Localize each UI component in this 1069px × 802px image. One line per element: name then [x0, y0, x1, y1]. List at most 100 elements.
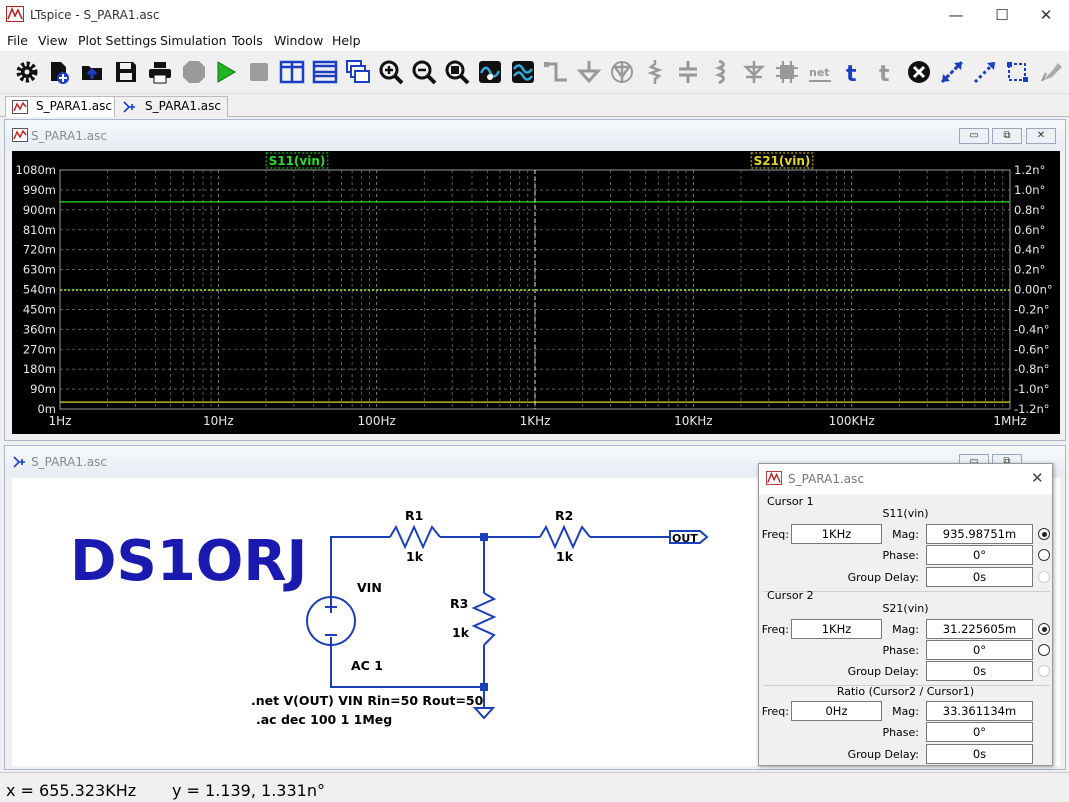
menu-file[interactable]: File: [7, 33, 28, 48]
ac-directive[interactable]: .ac dec 100 1 1Meg: [256, 712, 392, 727]
menu-simulation[interactable]: Simulation: [160, 33, 227, 48]
legend-label[interactable]: S21(vin): [754, 154, 811, 168]
r3-value[interactable]: 1k: [452, 625, 470, 640]
cursor1-mag-radio[interactable]: [1038, 528, 1050, 540]
stop-icon[interactable]: [246, 59, 272, 85]
waveform-icon[interactable]: [510, 59, 536, 85]
spice-directive-icon[interactable]: t: [873, 59, 899, 85]
cursor1-group-delay-radio[interactable]: [1038, 571, 1050, 583]
tab-schematic[interactable]: S_PARA1.asc: [114, 96, 229, 117]
new-schematic-icon[interactable]: [46, 59, 72, 85]
menu-tools[interactable]: Tools: [232, 33, 263, 48]
r2-value[interactable]: 1k: [556, 549, 574, 564]
ratio-group-delay-field[interactable]: 0s: [926, 744, 1033, 764]
cursor2-mag-radio[interactable]: [1038, 623, 1050, 635]
callsign-text[interactable]: DS1ORJ: [70, 529, 307, 594]
menu-view[interactable]: View: [38, 33, 68, 48]
wire-icon[interactable]: [543, 59, 569, 85]
menu-help[interactable]: Help: [332, 33, 361, 48]
r1-value[interactable]: 1k: [406, 549, 424, 564]
cursor2-group-delay-field[interactable]: 0s: [926, 661, 1033, 681]
cursor-dialog-close-icon[interactable]: ✕: [1031, 469, 1044, 487]
waveform-tab-icon: [12, 100, 28, 114]
run-icon[interactable]: [213, 59, 239, 85]
settings-icon[interactable]: [14, 59, 40, 85]
minimize-button[interactable]: —: [933, 0, 979, 30]
component-icon[interactable]: [774, 59, 800, 85]
drag-icon[interactable]: [972, 59, 998, 85]
r3-ref[interactable]: R3: [450, 596, 468, 611]
cursor1-mag-field[interactable]: 935.98751m: [926, 524, 1033, 544]
window-title: LTspice - S_PARA1.asc: [30, 8, 160, 22]
status-bar: x = 655.323KHz y = 1.139, 1.331n°: [0, 772, 1069, 802]
rotate-icon[interactable]: [1038, 59, 1064, 85]
ratio-freq-field[interactable]: 0Hz: [791, 701, 882, 721]
autorange-icon[interactable]: [477, 59, 503, 85]
cursor2-phase-radio[interactable]: [1038, 644, 1050, 656]
open-icon[interactable]: [80, 59, 106, 85]
resistor-r3[interactable]: [471, 592, 497, 646]
y-left-tick-label: 450m: [23, 302, 56, 316]
waveform-window-titlebar[interactable]: S_PARA1.asc ▭ ⧉ ✕: [5, 120, 1065, 151]
cursor1-phase-radio[interactable]: [1038, 549, 1050, 561]
waveform-restore-button[interactable]: ⧉: [992, 128, 1022, 144]
tile-horizontal-icon[interactable]: [312, 59, 338, 85]
maximize-button[interactable]: ☐: [979, 0, 1025, 30]
tile-vertical-icon[interactable]: [279, 59, 305, 85]
menu-bar: File View Plot Settings Simulation Tools…: [0, 30, 1069, 51]
y-right-tick-label: -0.2n°: [1014, 302, 1049, 316]
diode-icon[interactable]: [609, 59, 635, 85]
vin-value[interactable]: AC 1: [351, 658, 383, 673]
svg-text:t: t: [879, 62, 890, 85]
r2-ref[interactable]: R2: [555, 508, 573, 523]
resistor-r1[interactable]: [389, 524, 441, 550]
cursor1-phase-field[interactable]: 0°: [926, 545, 1033, 565]
menu-window[interactable]: Window: [274, 33, 323, 48]
halt-icon[interactable]: [181, 59, 207, 85]
save-icon[interactable]: [113, 59, 139, 85]
zoom-in-icon[interactable]: [378, 59, 404, 85]
vin-ref[interactable]: VIN: [357, 580, 382, 595]
net-directive[interactable]: .net V(OUT) VIN Rin=50 Rout=50: [251, 693, 484, 708]
waveform-plot[interactable]: 1080m 990m 900m 810m 720m 630m 540m 450m 360m 270…: [12, 151, 1060, 434]
y-right-tick-label: 1.0n°: [1014, 183, 1045, 197]
cursor-dialog-titlebar[interactable]: S_PARA1.asc ✕: [759, 464, 1052, 494]
net-label-icon[interactable]: net: [807, 59, 833, 85]
cascade-icon[interactable]: [345, 59, 371, 85]
menu-plot-settings[interactable]: Plot Settings: [78, 33, 157, 48]
r1-ref[interactable]: R1: [405, 508, 423, 523]
text-icon[interactable]: t: [840, 59, 866, 85]
cursor-dialog-title: S_PARA1.asc: [788, 472, 865, 486]
out-net-label: OUT: [672, 532, 698, 545]
waveform-close-button[interactable]: ✕: [1026, 128, 1056, 144]
resistor-r2[interactable]: [539, 524, 591, 550]
ratio-phase-field[interactable]: 0°: [926, 722, 1033, 742]
cursor2-group-delay-radio[interactable]: [1038, 665, 1050, 677]
cursor1-group-delay-field[interactable]: 0s: [926, 567, 1033, 587]
cursor2-phase-field[interactable]: 0°: [926, 640, 1033, 660]
resistor-icon[interactable]: [642, 59, 668, 85]
legend-label[interactable]: S11(vin): [269, 154, 326, 168]
print-icon[interactable]: [147, 59, 173, 85]
capacitor-icon[interactable]: [675, 59, 701, 85]
inductor-icon[interactable]: [708, 59, 734, 85]
cursor2-mag-field[interactable]: 31.225605m: [926, 619, 1033, 639]
zoom-out-icon[interactable]: [411, 59, 437, 85]
y-left-tick-label: 990m: [23, 183, 56, 197]
zoom-fit-icon[interactable]: [444, 59, 470, 85]
cursor2-freq-field[interactable]: 1KHz: [791, 619, 882, 639]
ratio-mag-field[interactable]: 33.361134m: [926, 701, 1033, 721]
diode2-icon[interactable]: [741, 59, 767, 85]
tab-waveform[interactable]: S_PARA1.asc: [5, 96, 120, 117]
move-icon[interactable]: [939, 59, 965, 85]
junction-dot: [480, 533, 488, 541]
schematic-window-icon: [13, 456, 25, 468]
waveform-window: S_PARA1.asc ▭ ⧉ ✕ 1080m 990m 900m 810m 720m 6…: [4, 119, 1066, 441]
cursor1-freq-field[interactable]: 1KHz: [791, 524, 882, 544]
delete-icon[interactable]: [906, 59, 932, 85]
title-bar: LTspice - S_PARA1.asc — ☐ ✕: [0, 0, 1069, 30]
close-button[interactable]: ✕: [1023, 0, 1069, 30]
waveform-minimize-button[interactable]: ▭: [959, 128, 989, 144]
mirror-icon[interactable]: [1005, 59, 1031, 85]
ground-icon[interactable]: [576, 59, 602, 85]
